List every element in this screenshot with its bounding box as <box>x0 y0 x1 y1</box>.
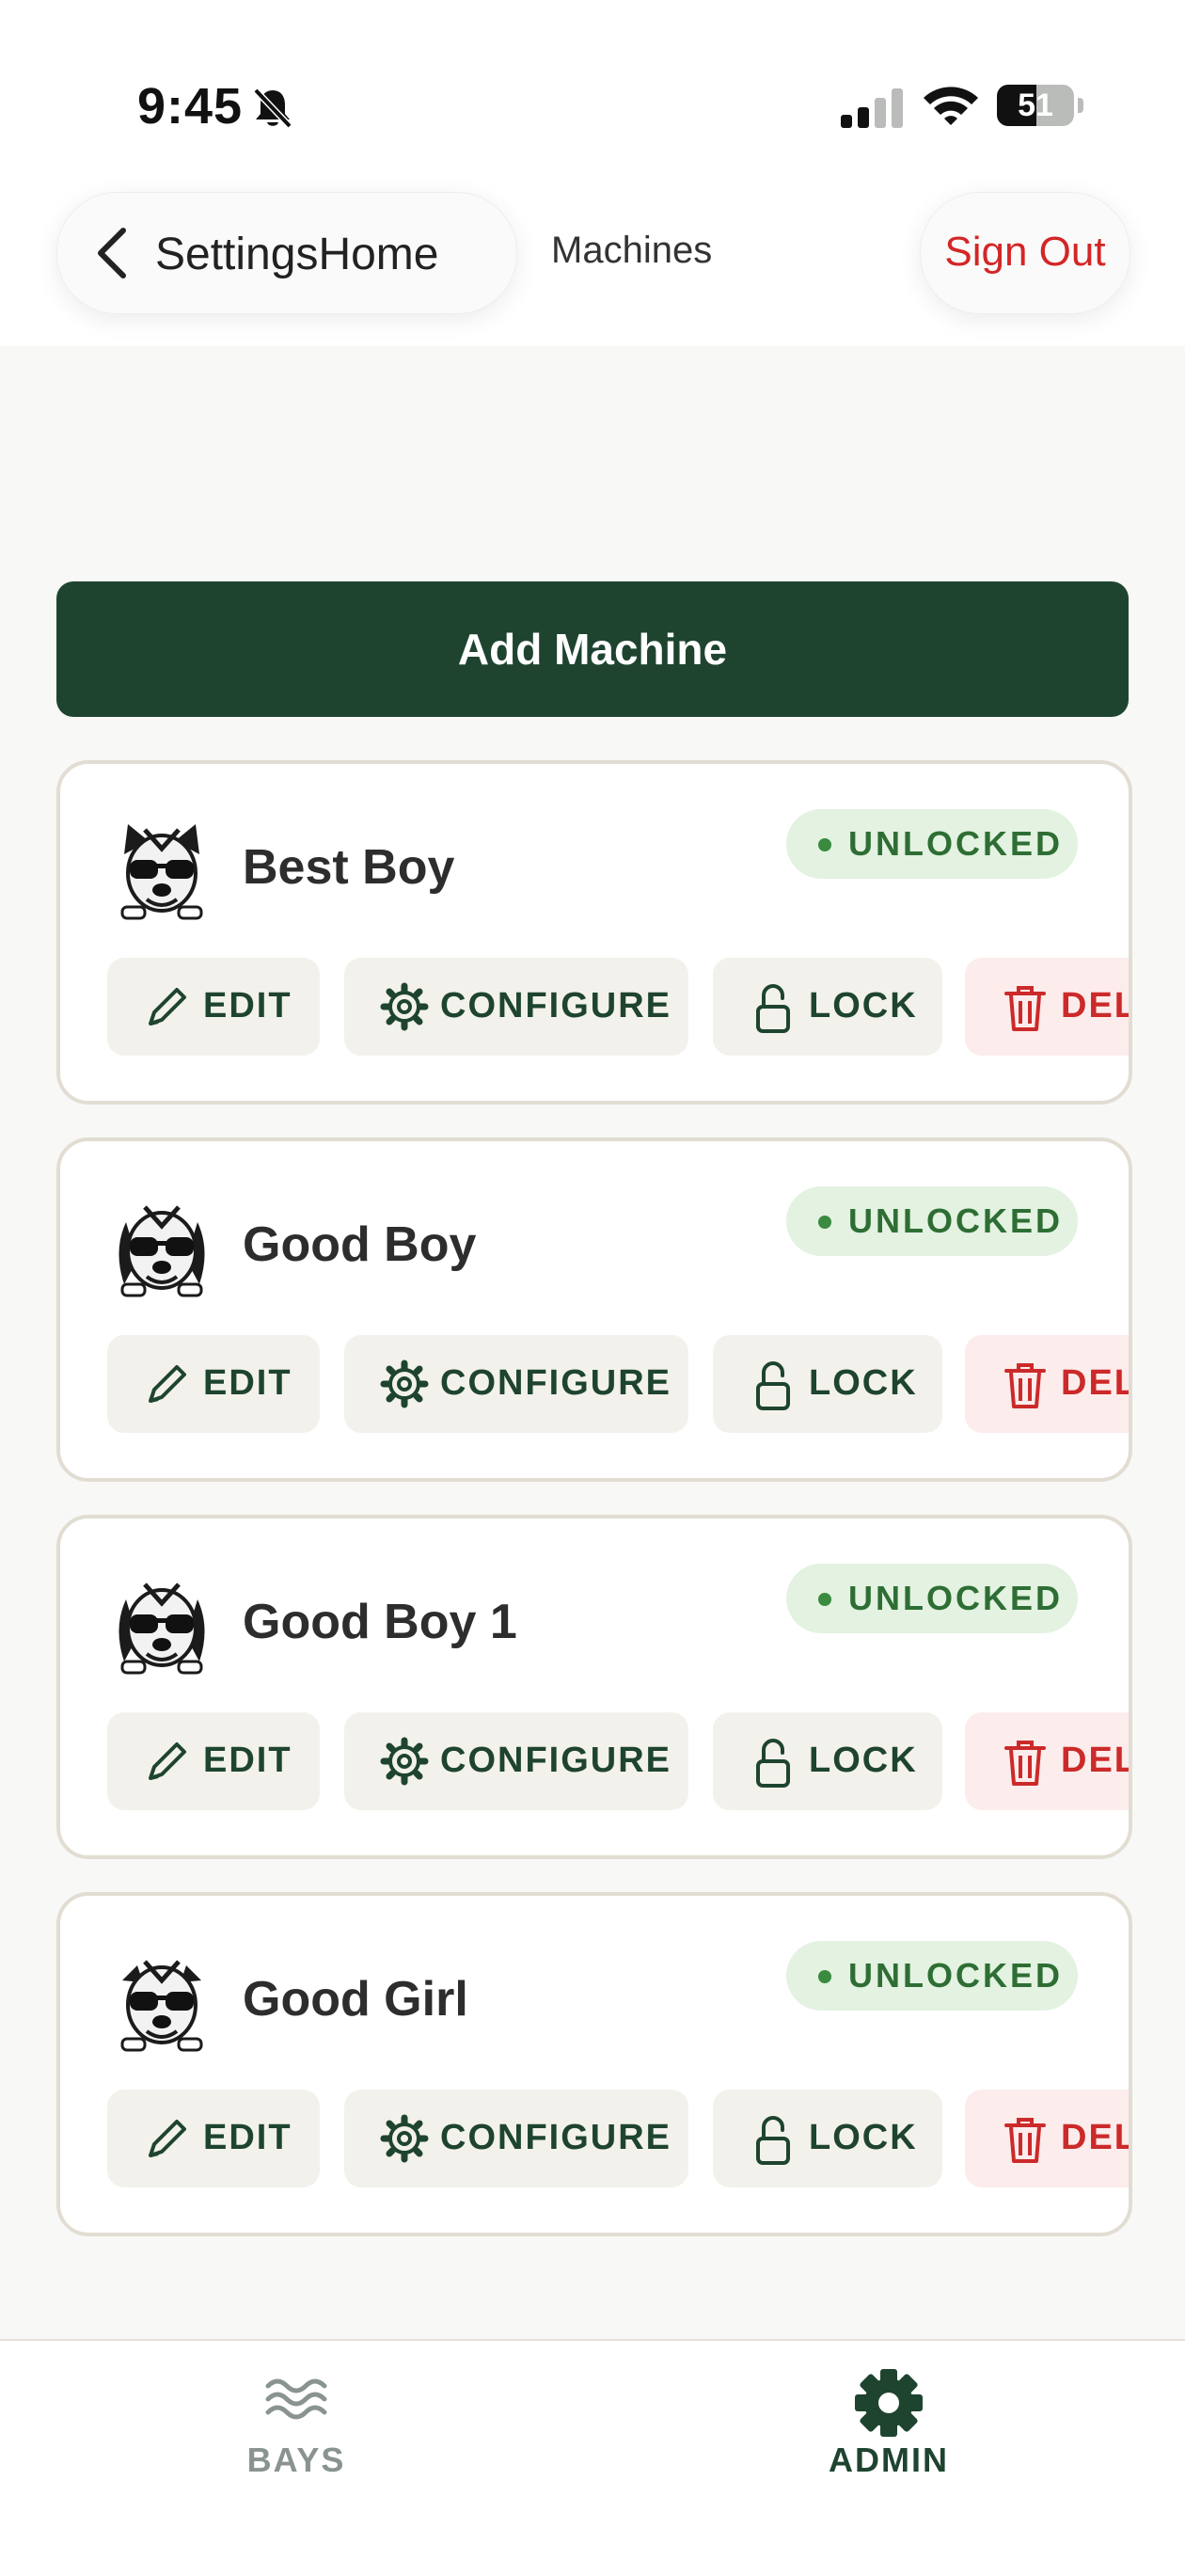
configure-button[interactable]: CONFIGURE <box>344 958 688 1056</box>
pencil-icon <box>149 1742 186 1780</box>
trash-icon <box>1004 2118 1046 2163</box>
lock-label: LOCK <box>809 2118 918 2157</box>
edit-label: EDIT <box>203 986 292 1026</box>
lock-button[interactable]: LOCK <box>713 2090 942 2187</box>
status-dot <box>818 838 831 851</box>
edit-button[interactable]: EDIT <box>107 958 320 1056</box>
gear-icon <box>855 2369 923 2437</box>
gear-icon <box>380 1360 429 1408</box>
gear-icon <box>380 982 429 1031</box>
status-badge-label: UNLOCKED <box>848 1579 1063 1617</box>
gear-icon <box>380 2114 429 2163</box>
machine-name: Good Boy <box>243 1217 477 1272</box>
edit-button[interactable]: EDIT <box>107 1335 320 1433</box>
delete-label: DEL <box>1061 986 1132 1026</box>
tab-bays-label: BAYS <box>246 2441 346 2479</box>
trash-icon <box>1004 1363 1046 1408</box>
longhair-dog-sunglasses-icon <box>118 1582 205 1675</box>
status-dot <box>818 1970 831 1983</box>
navigation-header: SettingsHome Machines Sign Out <box>0 169 1185 346</box>
configure-label: CONFIGURE <box>440 2118 672 2157</box>
status-badge: UNLOCKED <box>786 809 1078 879</box>
machine-card: Good Boy UNLOCKED EDIT CONFIGURE LOCK DE… <box>56 1137 1132 1482</box>
chevron-left-icon <box>98 228 126 278</box>
lock-label: LOCK <box>809 986 918 1026</box>
delete-button[interactable]: DEL <box>965 958 1132 1056</box>
back-button[interactable]: SettingsHome <box>56 192 517 314</box>
status-dot <box>818 1216 831 1229</box>
configure-button[interactable]: CONFIGURE <box>344 2090 688 2187</box>
configure-label: CONFIGURE <box>440 1741 672 1780</box>
status-badge-label: UNLOCKED <box>848 1956 1063 1995</box>
unlocked-padlock-icon <box>756 2116 790 2165</box>
status-badge-label: UNLOCKED <box>848 824 1063 863</box>
cellular-signal-icon <box>841 88 903 128</box>
status-badge: UNLOCKED <box>786 1564 1078 1633</box>
delete-button[interactable]: DEL <box>965 1712 1132 1810</box>
configure-label: CONFIGURE <box>440 986 672 1026</box>
lock-label: LOCK <box>809 1741 918 1780</box>
machine-name: Good Boy 1 <box>243 1595 517 1649</box>
delete-label: DEL <box>1061 2118 1132 2157</box>
unlocked-padlock-icon <box>756 984 790 1033</box>
back-button-label: SettingsHome <box>155 230 439 279</box>
configure-button[interactable]: CONFIGURE <box>344 1712 688 1810</box>
status-time: 9:45 <box>137 78 244 135</box>
lock-label: LOCK <box>809 1363 918 1403</box>
battery-percentage: 51 <box>1018 87 1053 123</box>
configure-label: CONFIGURE <box>440 1363 672 1403</box>
status-badge: UNLOCKED <box>786 1186 1078 1256</box>
pencil-icon <box>149 988 186 1026</box>
sign-out-button[interactable]: Sign Out <box>920 192 1130 314</box>
trash-icon <box>1004 986 1046 1031</box>
machine-card: Good Girl UNLOCKED EDIT CONFIGURE LOCK D… <box>56 1892 1132 2236</box>
delete-button[interactable]: DEL <box>965 2090 1132 2187</box>
battery-indicator: 51 <box>997 85 1083 128</box>
waves-icon <box>265 2378 327 2420</box>
unlocked-padlock-icon <box>756 1739 790 1788</box>
lock-button[interactable]: LOCK <box>713 1712 942 1810</box>
wifi-icon <box>924 87 978 125</box>
machine-name: Good Girl <box>243 1972 468 2027</box>
edit-label: EDIT <box>203 2118 292 2157</box>
edit-label: EDIT <box>203 1741 292 1780</box>
delete-button[interactable]: DEL <box>965 1335 1132 1433</box>
machine-card: Best Boy UNLOCKED EDIT CONFIGURE LOCK DE… <box>56 760 1132 1105</box>
edit-label: EDIT <box>203 1363 292 1403</box>
status-badge-label: UNLOCKED <box>848 1201 1063 1240</box>
pencil-icon <box>149 2120 186 2157</box>
tab-bar: BAYS ADMIN <box>0 2339 1185 2576</box>
lock-button[interactable]: LOCK <box>713 958 942 1056</box>
delete-label: DEL <box>1061 1741 1132 1780</box>
gear-icon <box>380 1737 429 1786</box>
lock-button[interactable]: LOCK <box>713 1335 942 1433</box>
status-dot <box>818 1593 831 1606</box>
pitbull-sunglasses-icon <box>120 1960 203 2052</box>
add-machine-button[interactable]: Add Machine <box>56 581 1129 717</box>
tab-admin-label: ADMIN <box>829 2441 949 2479</box>
page-title: Machines <box>551 230 713 271</box>
status-badge: UNLOCKED <box>786 1941 1078 2011</box>
machine-card: Good Boy 1 UNLOCKED EDIT CONFIGURE LOCK … <box>56 1515 1132 1859</box>
tab-bays[interactable]: BAYS <box>0 2341 592 2510</box>
bulldog-sunglasses-icon <box>120 824 203 920</box>
trash-icon <box>1004 1741 1046 1786</box>
sign-out-label: Sign Out <box>944 229 1106 275</box>
longhair-dog-sunglasses-icon <box>118 1205 205 1297</box>
edit-button[interactable]: EDIT <box>107 2090 320 2187</box>
tab-admin[interactable]: ADMIN <box>592 2341 1185 2510</box>
edit-button[interactable]: EDIT <box>107 1712 320 1810</box>
bell-muted-icon <box>253 87 292 129</box>
delete-label: DEL <box>1061 1363 1132 1403</box>
configure-button[interactable]: CONFIGURE <box>344 1335 688 1433</box>
unlocked-padlock-icon <box>756 1361 790 1410</box>
machine-name: Best Boy <box>243 840 455 895</box>
pencil-icon <box>149 1365 186 1403</box>
